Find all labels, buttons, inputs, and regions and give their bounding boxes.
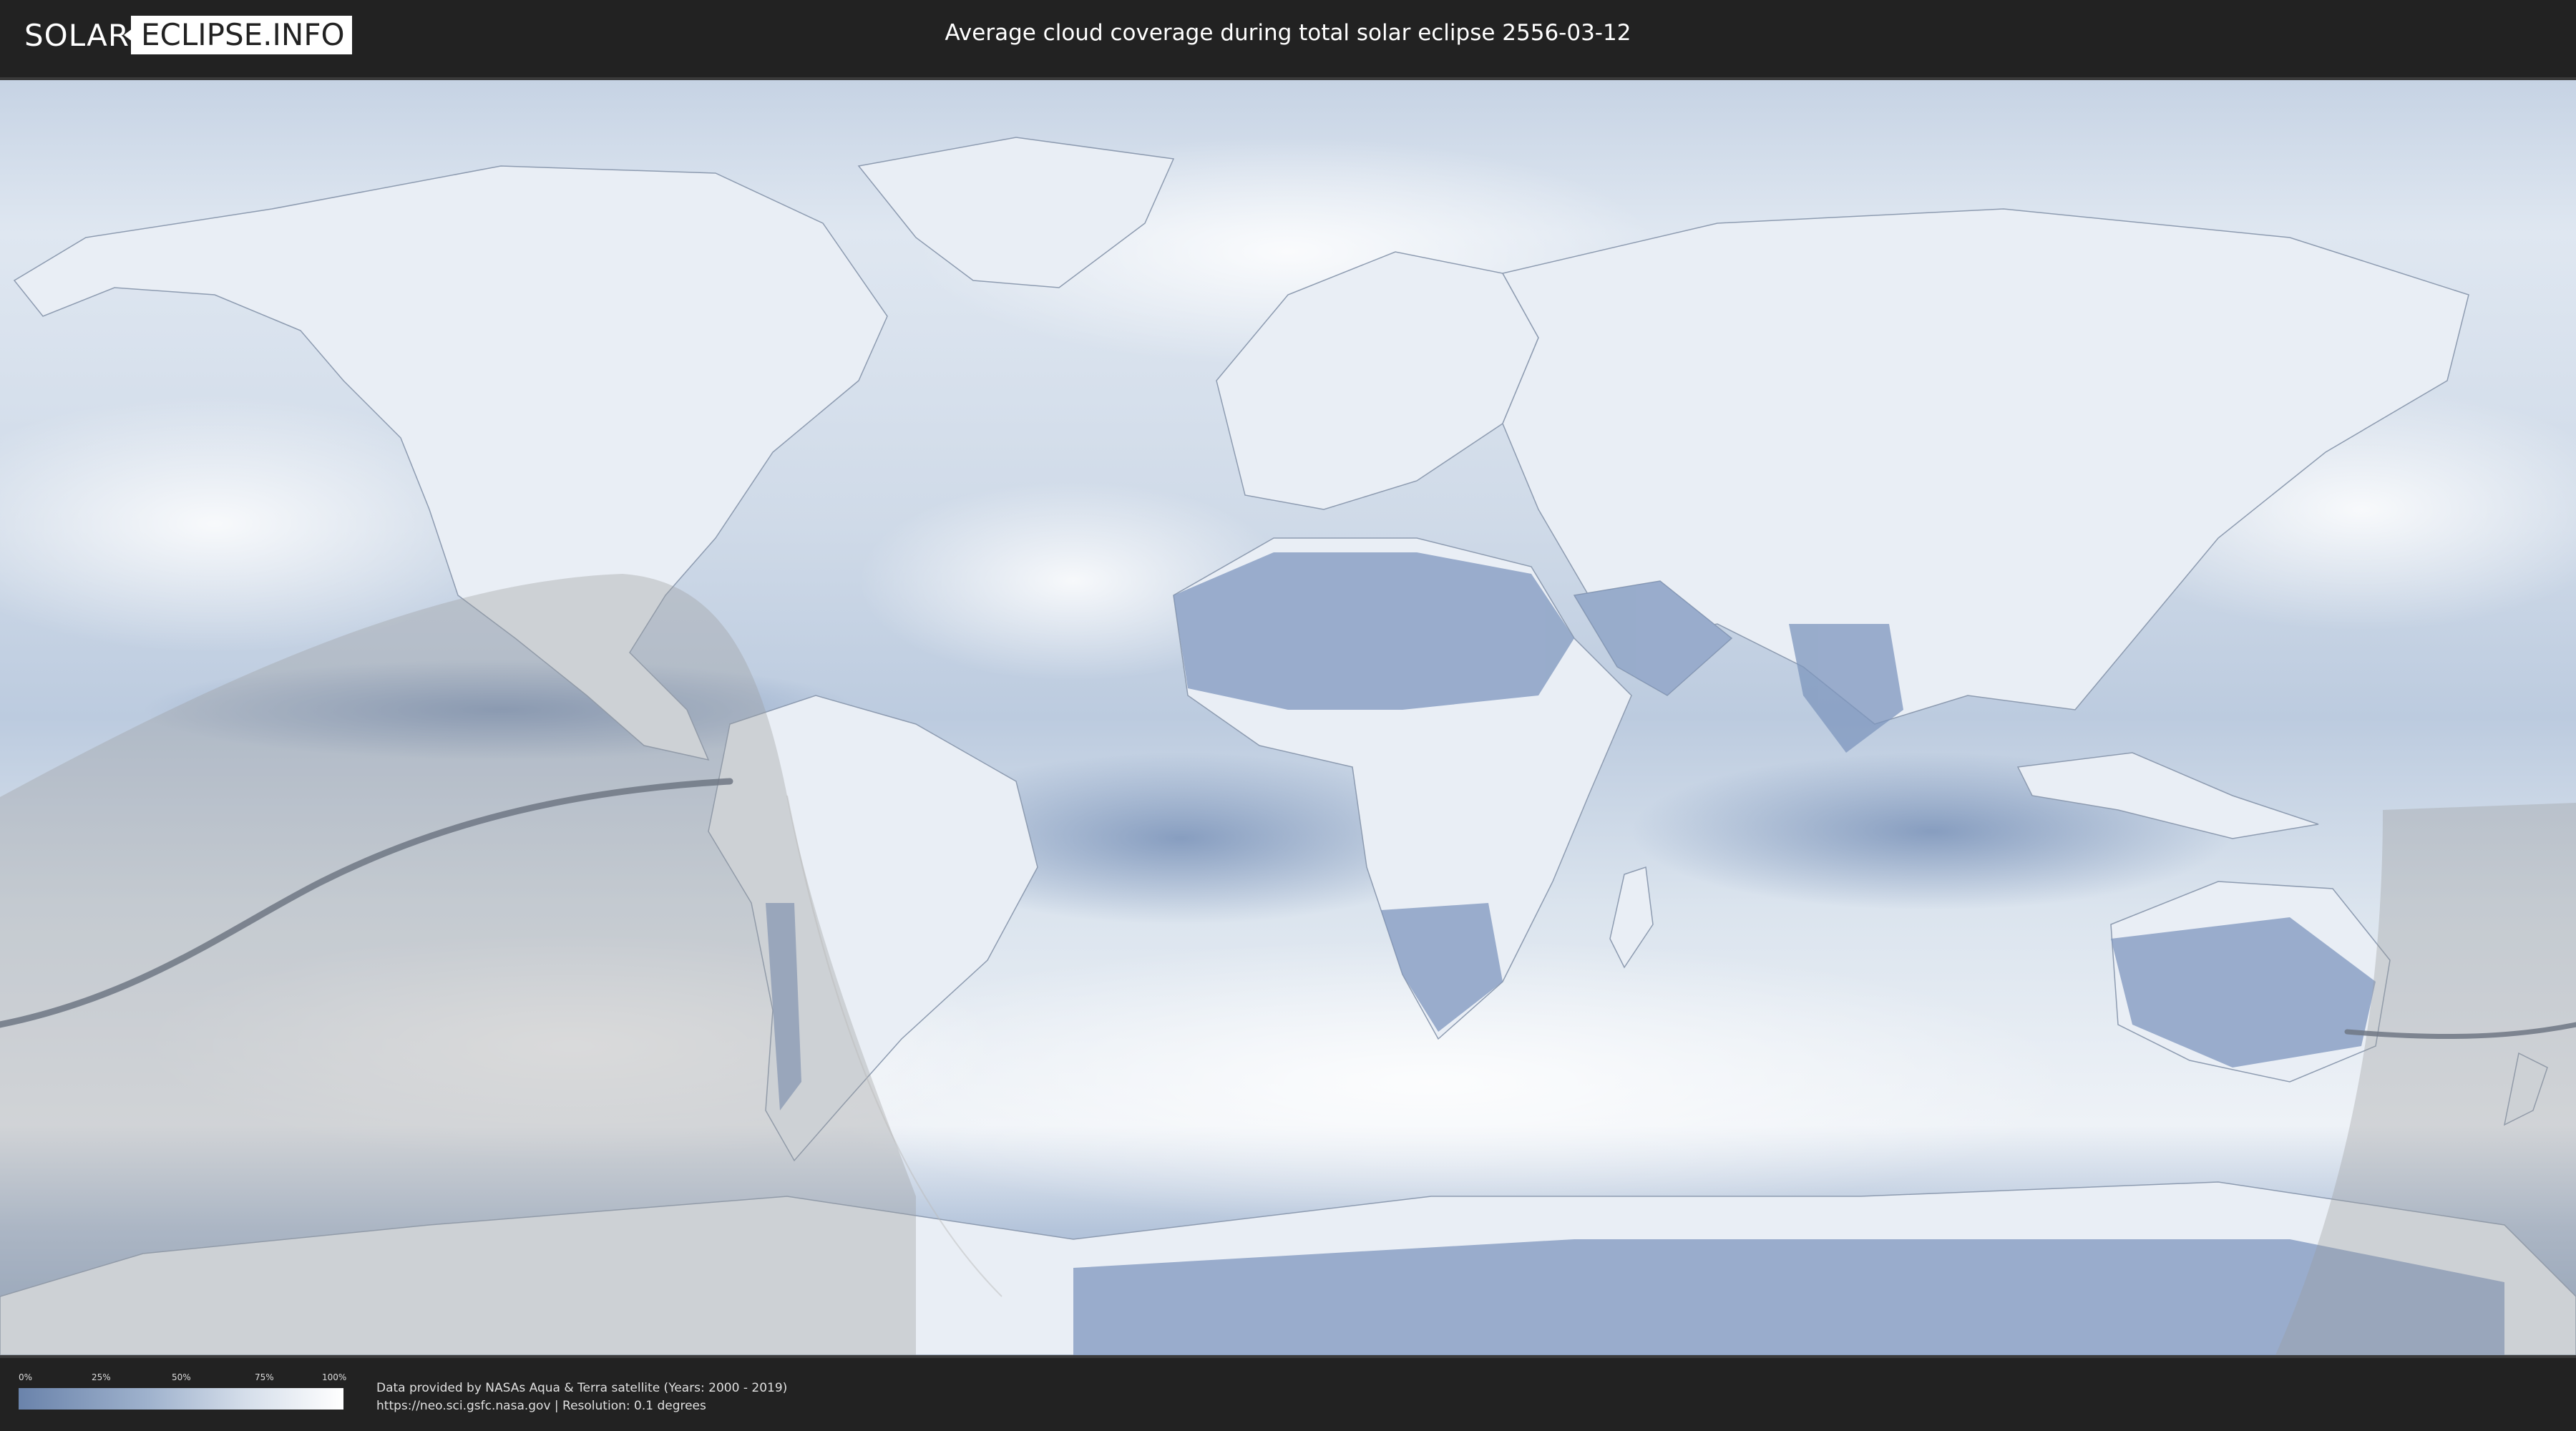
sahara-clear-region (1174, 552, 1574, 710)
legend-tick-50: 50% (172, 1372, 191, 1382)
footer-bar: 0% 25% 50% 75% 100% Data provided by NAS… (0, 1358, 2576, 1431)
world-map-svg (0, 80, 2576, 1355)
data-credits: Data provided by NASAs Aqua & Terra sate… (376, 1379, 787, 1415)
legend-tick-labels: 0% 25% 50% 75% 100% (19, 1372, 347, 1385)
legend-tick-25: 25% (92, 1372, 111, 1382)
legend-color-ramp (19, 1388, 343, 1410)
legend-tick-75: 75% (255, 1372, 274, 1382)
credits-line-source: Data provided by NASAs Aqua & Terra sate… (376, 1381, 788, 1395)
legend-tick-0: 0% (19, 1372, 33, 1382)
cloud-coverage-legend: 0% 25% 50% 75% 100% (19, 1372, 347, 1410)
legend-tick-100: 100% (322, 1372, 347, 1382)
page-title: Average cloud coverage during total sola… (945, 20, 1631, 46)
header-bar: SOLAR ECLIPSE.INFO Average cloud coverag… (0, 0, 2576, 72)
credits-line-url[interactable]: https://neo.sci.gsfc.nasa.gov | Resoluti… (376, 1397, 787, 1415)
cloud-coverage-map (0, 77, 2576, 1358)
